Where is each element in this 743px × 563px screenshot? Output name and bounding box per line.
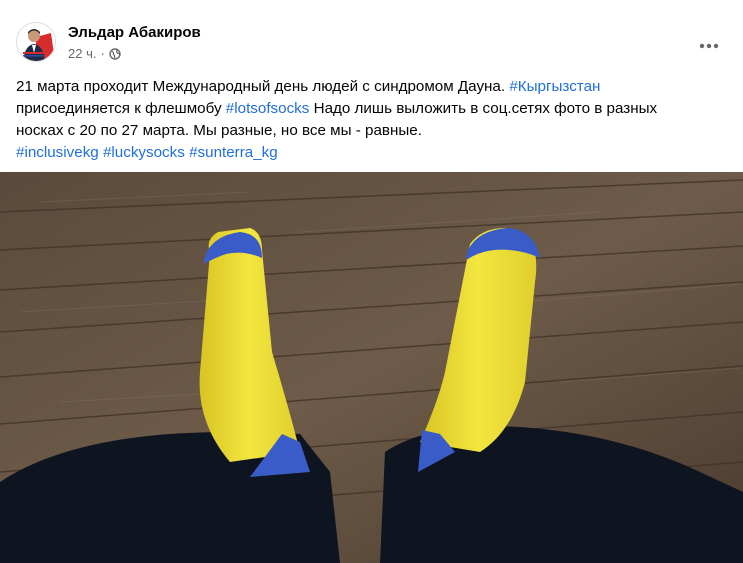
hashtag-lotsofsocks[interactable]: #lotsofsocks [226,100,310,117]
post-photo[interactable] [0,172,743,563]
hashtag-luckysocks[interactable]: #luckysocks [103,144,185,161]
hashtag-inclusivekg[interactable]: #inclusivekg [16,144,99,161]
post-text-line-2: присоединяется к флешмобу #lotsofsocks Н… [16,98,728,120]
author-avatar[interactable] [16,22,56,62]
hashtag-sunterra[interactable]: #sunterra_kg [189,144,278,161]
post-text-line-3: носках с 20 по 27 марта. Мы разные, но в… [16,122,422,139]
hashtag-kyrgyzstan[interactable]: #Кыргызстан [509,78,600,95]
text-segment: 21 марта проходит Международный день люд… [16,78,510,95]
author-name[interactable]: Эльдар Абакиров [68,24,201,41]
meta-separator: · [100,46,105,61]
post-header: Эльдар Абакиров 22 ч. · [0,0,743,70]
post-card: Эльдар Абакиров 22 ч. · 21 марта проходи… [0,0,743,563]
post-text: 21 марта проходит Международный день люд… [16,76,728,164]
post-meta: 22 ч. · [68,46,121,61]
post-time[interactable]: 22 ч. [68,46,96,61]
avatar-image [17,23,55,61]
globe-icon[interactable] [109,47,121,60]
text-segment: присоединяется к флешмобу [16,100,226,117]
socks-photo [0,172,743,563]
more-options-icon[interactable] [691,28,727,64]
post-text-line-4: #inclusivekg #luckysocks #sunterra_kg [16,142,728,164]
post-text-line-1: 21 марта проходит Международный день люд… [16,76,728,98]
text-segment: Надо лишь выложить в соц.сетях фото в ра… [309,100,658,117]
